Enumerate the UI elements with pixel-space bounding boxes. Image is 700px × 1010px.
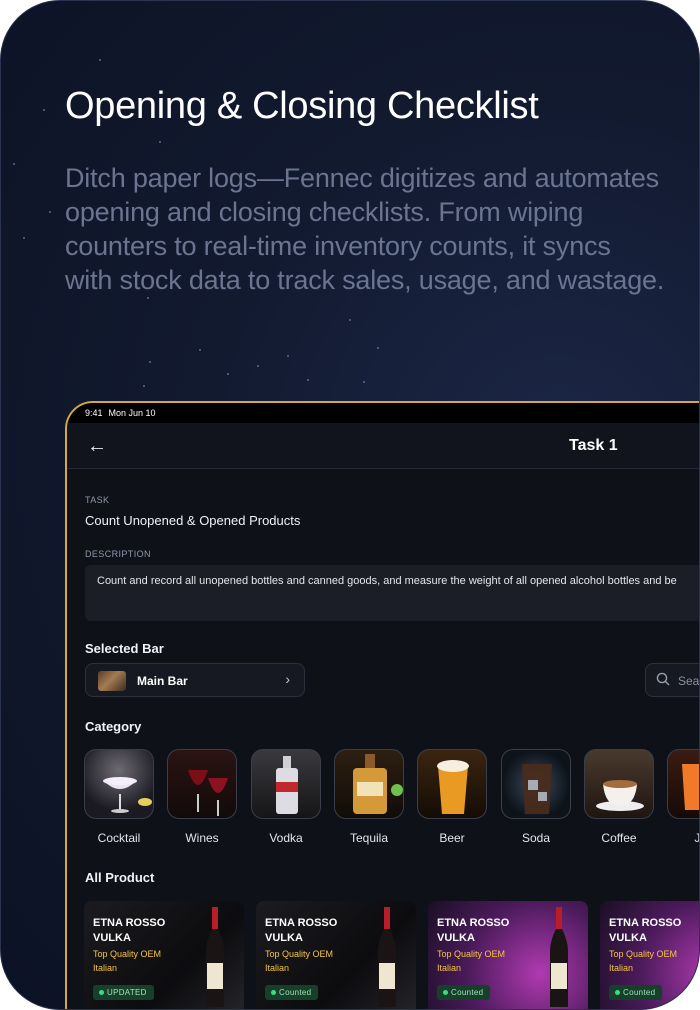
product-quality: Top Quality OEM <box>437 949 506 959</box>
status-badge: Counted <box>609 985 663 1000</box>
product-origin: Italian <box>609 963 634 973</box>
nav-bar: ← Task 1 <box>67 423 699 469</box>
product-origin: Italian <box>93 963 118 973</box>
product-quality: Top Quality OEM <box>609 949 678 959</box>
bar-selector-value: Main Bar <box>137 674 188 688</box>
chevron-right-icon: › <box>285 671 290 687</box>
description-label: DESCRIPTION <box>85 549 151 559</box>
category-label: Category <box>85 719 142 734</box>
coffee-image <box>584 749 654 819</box>
product-card[interactable]: ETNA ROSSO VULKA Top Quality OEM Italian… <box>428 901 588 1009</box>
category-item-vodka[interactable]: Vodka <box>251 749 321 845</box>
status-time: 9:41 <box>85 408 103 418</box>
product-origin: Italian <box>437 963 462 973</box>
category-item-tequila[interactable]: Tequila <box>334 749 404 845</box>
product-name: ETNA ROSSO VULKA <box>437 917 510 944</box>
bar-thumbnail <box>98 671 126 691</box>
search-icon <box>656 672 670 686</box>
bar-selector[interactable]: Main Bar › <box>85 663 305 697</box>
tablet-mockup: 9:41 Mon Jun 10 ← Task 1 TASK Count Unop… <box>65 401 700 1009</box>
product-quality: Top Quality OEM <box>93 949 162 959</box>
product-card[interactable]: ETNA ROSSO VULKA Top Quality OEM Italian… <box>256 901 416 1009</box>
product-name: ETNA ROSSO VULKA <box>609 917 682 944</box>
search-placeholder: Sear <box>678 674 700 688</box>
task-label: TASK <box>85 495 110 505</box>
category-item-juice[interactable]: Jui <box>667 749 700 845</box>
category-name: Wines <box>185 831 219 845</box>
task-name: Count Unopened & Opened Products <box>85 513 301 528</box>
wine-bottle-image <box>378 907 396 1007</box>
category-item-coffee[interactable]: Coffee <box>584 749 654 845</box>
product-quality: Top Quality OEM <box>265 949 334 959</box>
product-name: ETNA ROSSO VULKA <box>265 917 338 944</box>
beer-image <box>417 749 487 819</box>
category-item-cocktail[interactable]: Cocktail <box>84 749 154 845</box>
status-badge: Counted <box>265 985 319 1000</box>
status-badge: UPDATED <box>93 985 154 1000</box>
arrow-left-icon[interactable]: ← <box>87 435 107 458</box>
page-subtitle: Ditch paper logs—Fennec digitizes and au… <box>65 163 665 295</box>
category-item-soda[interactable]: Soda <box>501 749 571 845</box>
all-product-label: All Product <box>85 870 155 885</box>
tequila-image <box>334 749 404 819</box>
product-name: ETNA ROSSO VULKA <box>93 917 166 944</box>
category-name: Tequila <box>349 831 389 845</box>
category-name: Coffee <box>601 831 637 845</box>
nav-title: Task 1 <box>569 437 618 454</box>
soda-image <box>501 749 571 819</box>
vodka-image <box>251 749 321 819</box>
category-item-wines[interactable]: Wines <box>167 749 237 845</box>
status-badge: Counted <box>437 985 491 1000</box>
product-card[interactable]: ETNA ROSSO VULKA Top Quality OEM Italian… <box>600 901 699 1009</box>
feature-card: Opening & Closing Checklist Ditch paper … <box>0 0 700 1010</box>
category-name: Cocktail <box>97 831 141 845</box>
wine-image <box>167 749 237 819</box>
status-bar: 9:41 Mon Jun 10 <box>67 403 699 423</box>
juice-image <box>667 749 699 819</box>
page-title: Opening & Closing Checklist <box>65 85 539 127</box>
category-item-beer[interactable]: Beer <box>417 749 487 845</box>
wine-bottle-image <box>206 907 224 1007</box>
product-origin: Italian <box>265 963 290 973</box>
category-name: Beer <box>439 831 465 845</box>
category-name: Soda <box>521 831 551 845</box>
wine-bottle-image <box>550 907 568 1007</box>
description-box: Count and record all unopened bottles an… <box>85 565 699 621</box>
selected-bar-label: Selected Bar <box>85 641 164 656</box>
status-date: Mon Jun 10 <box>108 408 156 418</box>
product-card[interactable]: ETNA ROSSO VULKA Top Quality OEM Italian… <box>84 901 244 1009</box>
category-name: Vodka <box>269 831 303 845</box>
description-text: Count and record all unopened bottles an… <box>97 575 677 587</box>
category-name: Jui <box>694 831 700 845</box>
cocktail-image <box>84 749 154 819</box>
search-input[interactable]: Sear <box>645 663 700 697</box>
